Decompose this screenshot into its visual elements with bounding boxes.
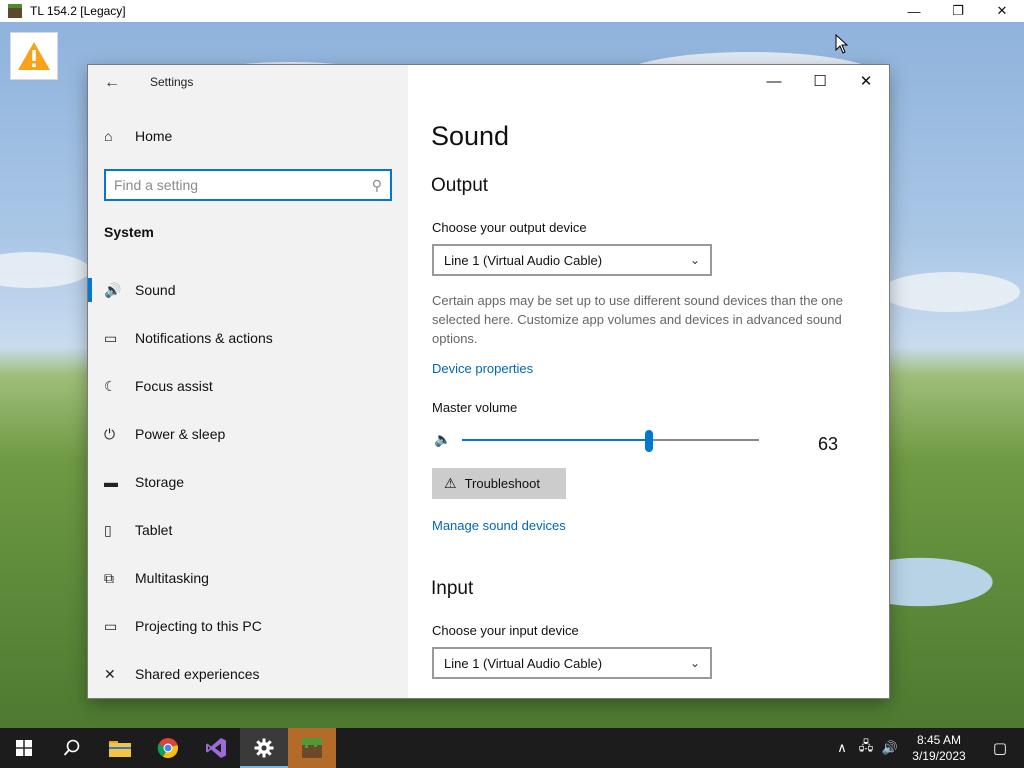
network-icon[interactable]: 🖧	[854, 737, 878, 759]
sidebar-item-focus-assist[interactable]: ☾ Focus assist	[88, 362, 408, 410]
sidebar-item-label: Notifications & actions	[135, 330, 273, 346]
sidebar-item-label: Sound	[135, 282, 176, 298]
folder-icon	[109, 741, 131, 757]
grass-block-icon	[302, 738, 322, 758]
settings-search-box[interactable]: ⚲	[104, 169, 392, 201]
visual-studio-icon	[206, 738, 226, 758]
sidebar-item-label: Shared experiences	[135, 666, 260, 682]
master-volume-label: Master volume	[432, 400, 518, 415]
show-hidden-icons-chevron-icon[interactable]: ∧	[830, 740, 854, 756]
home-icon: ⌂	[104, 128, 113, 144]
home-nav-item[interactable]: ⌂ Home	[104, 128, 172, 144]
sidebar-item-projecting[interactable]: ▭ Projecting to this PC	[88, 602, 408, 650]
taskbar: ∧ 🖧 🔊 8:45 AM 3/19/2023 ▢	[0, 728, 1024, 768]
slider-fill	[462, 439, 649, 441]
device-properties-link[interactable]: Device properties	[432, 361, 533, 376]
sidebar-item-sound[interactable]: 🔊 Sound	[88, 266, 408, 314]
moon-icon: ☾	[104, 377, 117, 394]
clock-date: 3/19/2023	[912, 749, 966, 763]
speaker-icon: 🔊	[104, 281, 122, 298]
home-label: Home	[135, 128, 173, 144]
mouse-cursor-icon	[835, 34, 849, 54]
outer-minimize-button[interactable]: —	[892, 0, 936, 22]
outer-window-titlebar: TL 154.2 [Legacy] — ❐ ✕	[0, 0, 1024, 22]
search-input[interactable]	[114, 177, 372, 193]
back-arrow-icon[interactable]: ←	[100, 71, 124, 95]
system-nav-list: 🔊 Sound ▭ Notifications & actions ☾ Focu…	[88, 266, 408, 698]
sidebar-item-storage[interactable]: ▬ Storage	[88, 458, 408, 506]
clock[interactable]: 8:45 AM 3/19/2023	[902, 732, 976, 764]
clock-time: 8:45 AM	[916, 733, 962, 747]
windows-logo-icon	[16, 740, 32, 756]
message-icon: ▭	[104, 329, 118, 346]
master-volume-value: 63	[818, 434, 839, 454]
search-icon[interactable]: ⚲	[372, 177, 382, 194]
outer-restore-button[interactable]: ❐	[936, 0, 980, 22]
troubleshoot-label: Troubleshoot	[464, 476, 540, 491]
output-device-value: Line 1 (Virtual Audio Cable)	[444, 252, 603, 268]
shared-experiences-icon: ✕	[104, 665, 116, 682]
storage-icon: ▬	[104, 474, 118, 490]
sidebar-item-notifications[interactable]: ▭ Notifications & actions	[88, 314, 408, 362]
maximize-button[interactable]: ☐	[797, 65, 843, 97]
power-icon: ⏻	[104, 425, 116, 442]
sidebar-item-label: Tablet	[135, 522, 173, 538]
projector-icon: ▭	[104, 617, 118, 634]
sidebar-item-label: Storage	[135, 474, 185, 490]
output-description: Certain apps may be set up to use differ…	[432, 293, 843, 346]
page-title: Sound	[431, 121, 510, 151]
troubleshoot-button[interactable]: ⚠ Troubleshoot	[432, 468, 566, 499]
chevron-down-icon: ⌄	[689, 656, 700, 670]
file-explorer-button[interactable]	[96, 728, 144, 768]
action-center-icon[interactable]: ▢	[976, 739, 1024, 757]
input-heading: Input	[431, 578, 474, 599]
warning-icon	[18, 42, 50, 70]
minimize-button[interactable]: —	[751, 65, 797, 97]
close-button[interactable]: ✕	[843, 65, 889, 97]
sidebar-item-multitasking[interactable]: ⧉ Multitasking	[88, 554, 408, 602]
grass-block-icon	[8, 4, 22, 18]
input-device-dropdown[interactable]: Line 1 (Virtual Audio Cable) ⌄	[432, 647, 712, 679]
master-volume-slider[interactable]	[462, 430, 759, 452]
chrome-button[interactable]	[144, 728, 192, 768]
sidebar-item-tablet[interactable]: ▯ Tablet	[88, 506, 408, 554]
output-device-label: Choose your output device	[432, 220, 587, 235]
sidebar-item-power-sleep[interactable]: ⏻ Power & sleep	[88, 410, 408, 458]
output-device-dropdown[interactable]: Line 1 (Virtual Audio Cable) ⌄	[432, 244, 712, 276]
search-icon	[63, 739, 80, 756]
input-device-value: Line 1 (Virtual Audio Cable)	[444, 655, 603, 671]
warning-icon: ⚠	[444, 475, 457, 491]
chevron-down-icon: ⌄	[689, 253, 700, 267]
sidebar-item-label: Projecting to this PC	[135, 618, 262, 634]
chrome-icon	[157, 738, 178, 759]
settings-window: ← Settings ⌂ Home ⚲ System 🔊 Sound ▭ Not…	[88, 65, 889, 698]
taskbar-search-button[interactable]	[48, 728, 96, 768]
start-button[interactable]	[0, 728, 48, 768]
speaker-icon[interactable]: 🔊	[878, 740, 902, 756]
warning-tile[interactable]	[10, 32, 58, 80]
sidebar-item-label: Multitasking	[135, 570, 209, 586]
settings-app-title: Settings	[150, 75, 194, 89]
settings-window-controls: — ☐ ✕	[751, 65, 889, 97]
system-tray: ∧ 🖧 🔊 8:45 AM 3/19/2023 ▢	[830, 728, 1024, 768]
manage-sound-devices-link[interactable]: Manage sound devices	[432, 518, 566, 533]
sound-settings-page: — ☐ ✕ Sound Output Choose your output de…	[408, 65, 889, 698]
minecraft-launcher-button[interactable]	[288, 728, 336, 768]
outer-window-title: TL 154.2 [Legacy]	[30, 4, 126, 18]
tablet-icon: ▯	[104, 521, 112, 538]
outer-close-button[interactable]: ✕	[980, 0, 1024, 22]
visual-studio-button[interactable]	[192, 728, 240, 768]
output-heading: Output	[431, 175, 489, 196]
multitasking-icon: ⧉	[104, 569, 114, 586]
slider-thumb[interactable]	[645, 430, 653, 452]
sidebar-item-label: Power & sleep	[135, 426, 226, 442]
volume-icon[interactable]: 🔈	[434, 431, 451, 448]
sidebar-item-shared-experiences[interactable]: ✕ Shared experiences	[88, 650, 408, 698]
section-title-system: System	[104, 224, 154, 240]
settings-taskbar-button[interactable]	[240, 728, 288, 768]
gear-icon	[254, 738, 274, 758]
input-device-label: Choose your input device	[432, 623, 579, 638]
sidebar-item-label: Focus assist	[135, 378, 213, 394]
settings-sidebar: ← Settings ⌂ Home ⚲ System 🔊 Sound ▭ Not…	[88, 65, 408, 698]
